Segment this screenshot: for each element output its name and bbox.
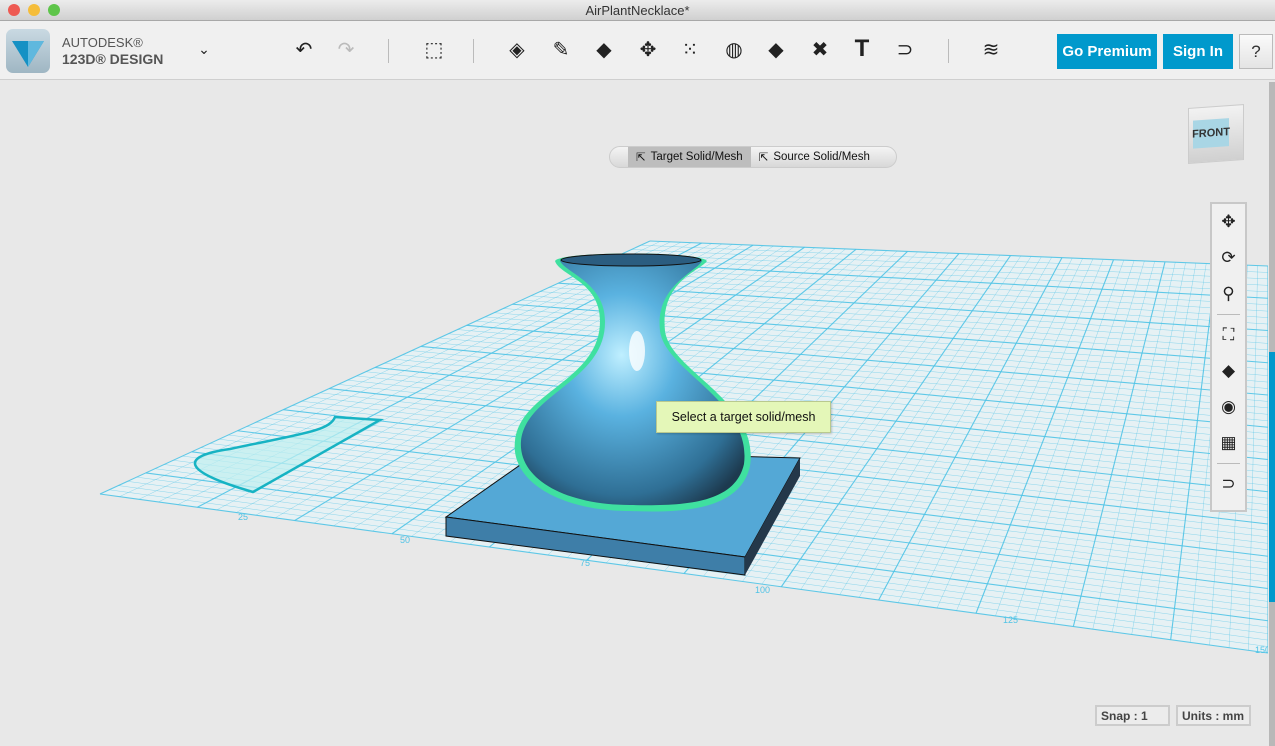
pattern-icon[interactable]: ⁙ — [676, 35, 704, 63]
right-panel-handle[interactable] — [1269, 82, 1275, 746]
logo-icon — [12, 41, 44, 67]
snap-icon[interactable]: ⊃ — [891, 35, 919, 63]
sign-in-button[interactable]: Sign In — [1163, 34, 1233, 69]
brand-product: 123D® DESIGN — [62, 51, 164, 67]
chevron-down-icon[interactable]: ⌄ — [190, 35, 218, 63]
boolean-selection-bar: ⇱ Target Solid/Mesh ⇱ Source Solid/Mesh — [609, 146, 897, 168]
grouping-icon[interactable]: ◍ — [720, 35, 748, 63]
specular-highlight — [629, 331, 645, 371]
help-button[interactable]: ? — [1239, 34, 1273, 69]
viewport-3d[interactable]: 25 50 75 100 125 150 — [0, 81, 1268, 746]
grid-label: 100 — [755, 585, 770, 595]
target-solid-mesh-button[interactable]: ⇱ Target Solid/Mesh — [628, 147, 751, 167]
app-logo[interactable] — [6, 29, 50, 73]
sketch-icon[interactable]: ✎ — [547, 35, 575, 63]
view-mode-icon[interactable]: ◆ — [1212, 353, 1245, 389]
go-premium-button[interactable]: Go Premium — [1057, 34, 1157, 69]
grid-visibility-icon[interactable]: ▦ — [1212, 425, 1245, 461]
close-window-button[interactable] — [8, 4, 20, 16]
visibility-icon[interactable]: ◉ — [1212, 389, 1245, 425]
view-cube-front[interactable]: FRONT — [1192, 118, 1230, 149]
redo-icon[interactable]: ↷ — [332, 35, 360, 63]
combine-icon[interactable]: ◆ — [762, 35, 790, 63]
undo-icon[interactable]: ↶ — [290, 35, 318, 63]
minimize-window-button[interactable] — [28, 4, 40, 16]
fit-icon[interactable]: ⛶ — [1212, 317, 1245, 353]
vase-rim — [560, 253, 702, 267]
tooltip: Select a target solid/mesh — [656, 401, 831, 433]
title-bar: AirPlantNecklace* — [0, 0, 1275, 21]
window-title: AirPlantNecklace* — [585, 3, 690, 18]
main-toolbar: AUTODESK® 123D® DESIGN ⌄ ↶ ↷ ⬚ ◈ ✎ ◆ ✥ ⁙… — [0, 21, 1275, 80]
cursor-icon: ⇱ — [758, 152, 769, 164]
zoom-window-button[interactable] — [48, 4, 60, 16]
transform-icon[interactable]: ⬚ — [420, 35, 448, 63]
text-icon[interactable]: T — [848, 35, 876, 63]
measure-icon[interactable]: ✖ — [806, 35, 834, 63]
grid-label: 150 — [1255, 645, 1268, 655]
grid-label: 125 — [1003, 615, 1018, 625]
grid-label: 50 — [400, 535, 410, 545]
materials-icon[interactable]: ≋ — [977, 35, 1005, 63]
navigation-bar: ✥ ⟳ ⚲ ⛶ ◆ ◉ ▦ ⊃ — [1210, 202, 1247, 512]
source-solid-mesh-button[interactable]: ⇱ Source Solid/Mesh — [751, 147, 878, 167]
snap-setting[interactable]: Snap : 1 — [1095, 705, 1170, 726]
primitives-icon[interactable]: ◈ — [503, 35, 531, 63]
grid-label: 75 — [580, 558, 590, 568]
material-snap-icon[interactable]: ⊃ — [1212, 466, 1245, 502]
view-cube[interactable]: FRONT — [1188, 104, 1244, 164]
cursor-icon: ⇱ — [636, 152, 646, 164]
units-setting[interactable]: Units : mm — [1176, 705, 1251, 726]
orbit-icon[interactable]: ⟳ — [1212, 240, 1245, 276]
zoom-icon[interactable]: ⚲ — [1212, 276, 1245, 312]
grid-label: 25 — [238, 512, 248, 522]
pan-icon[interactable]: ✥ — [1212, 204, 1245, 240]
construct-icon[interactable]: ◆ — [590, 35, 618, 63]
brand-autodesk: AUTODESK® — [62, 35, 143, 50]
modify-icon[interactable]: ✥ — [634, 35, 662, 63]
